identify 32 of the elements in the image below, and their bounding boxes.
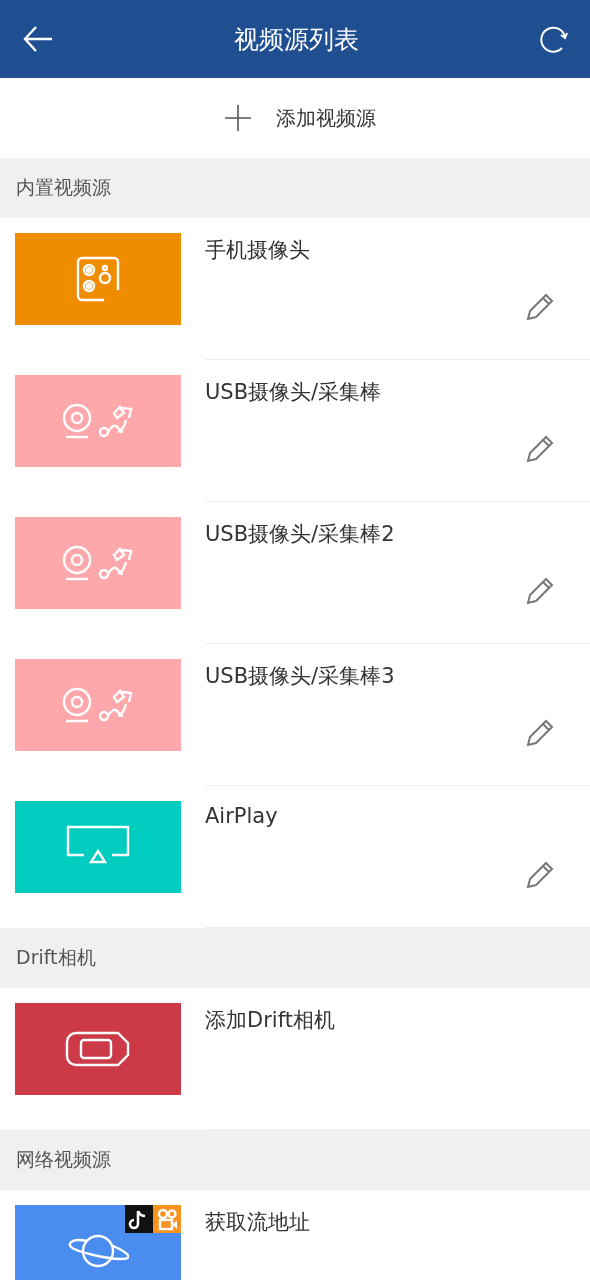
source-name: USB摄像头/采集棒2 <box>205 521 396 548</box>
list-row[interactable]: 获取流地址 <box>205 1190 590 1280</box>
source-name: 添加Drift相机 <box>205 1007 336 1034</box>
pencil-icon <box>524 575 556 607</box>
section-title: 网络视频源 <box>16 1147 111 1172</box>
source-name: AirPlay <box>205 804 279 828</box>
source-name: USB摄像头/采集棒3 <box>205 663 396 690</box>
edit-button[interactable] <box>524 575 556 607</box>
pencil-icon <box>524 717 556 749</box>
webcam-cable-icon <box>62 401 134 441</box>
edit-button[interactable] <box>524 717 556 749</box>
section-title: 内置视频源 <box>16 175 111 200</box>
refresh-icon <box>538 24 568 54</box>
edit-button[interactable] <box>524 859 556 891</box>
action-camera-icon <box>64 1029 132 1069</box>
source-name: 获取流地址 <box>205 1209 311 1236</box>
screen-title: 视频源列表 <box>233 23 359 56</box>
source-name: USB摄像头/采集棒 <box>205 379 383 406</box>
plus-icon <box>224 104 252 132</box>
phone-camera-icon <box>74 255 122 303</box>
video-camera-icon <box>153 1205 181 1233</box>
edit-button[interactable] <box>524 291 556 323</box>
source-name: 手机摄像头 <box>205 237 311 264</box>
webcam-cable-icon <box>62 685 134 725</box>
refresh-button[interactable] <box>538 24 568 54</box>
music-note-icon <box>125 1205 153 1233</box>
pencil-icon <box>524 433 556 465</box>
pencil-icon <box>524 291 556 323</box>
section-title: Drift相机 <box>16 945 96 970</box>
edit-button[interactable] <box>524 433 556 465</box>
webcam-cable-icon <box>62 543 134 583</box>
pencil-icon <box>524 859 556 891</box>
